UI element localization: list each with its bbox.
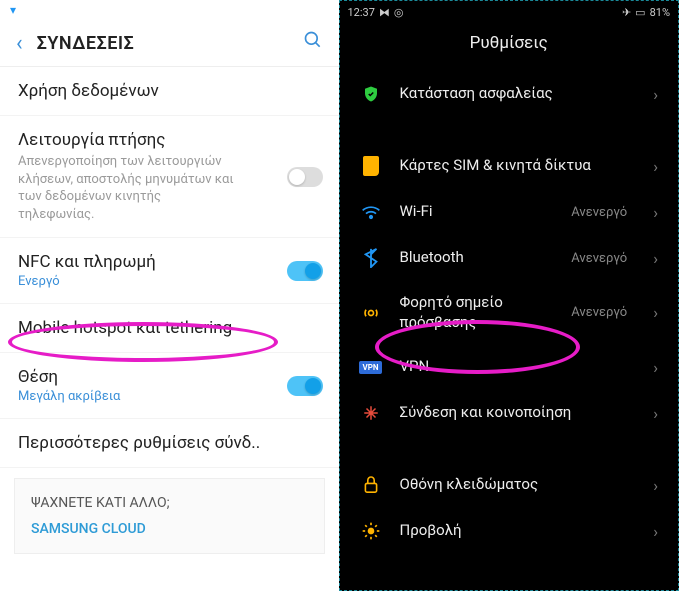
vpn-icon: VPN (360, 356, 382, 378)
row-hotspot[interactable]: Mobile hotspot και tethering (0, 304, 339, 353)
state-text: Ανενεργό (571, 205, 627, 220)
status-text: Ενεργό (18, 274, 321, 289)
airplane-icon: ✈ (622, 6, 631, 19)
chevron-right-icon: › (653, 358, 658, 377)
shield-icon (360, 83, 382, 105)
battery-icon: ▭ (635, 6, 645, 19)
label: NFC και πληρωμή (18, 252, 321, 272)
chevron-right-icon: › (653, 157, 658, 176)
lock-icon (360, 474, 382, 496)
label: Λειτουργία πτήσης (18, 130, 321, 150)
miui-settings-screen: 12:37 ⧓ ◎ ✈ ▭ 81% Ρυθμίσεις Κατάσταση ασ… (339, 0, 679, 591)
chevron-right-icon: › (653, 249, 658, 268)
wifi-icon (360, 201, 382, 223)
location-status-icon: ◎ (394, 6, 404, 19)
page-title: Ρυθμίσεις (340, 23, 679, 71)
status-bar: ▾ (0, 0, 339, 20)
hotspot-icon (360, 302, 382, 324)
label: Κάρτες SIM & κινητά δίκτυα (400, 156, 628, 176)
label: Χρήση δεδομένων (18, 81, 321, 101)
row-security[interactable]: Κατάσταση ασφαλείας › (340, 71, 679, 117)
nfc-toggle[interactable] (287, 261, 323, 281)
row-wifi[interactable]: Wi-Fi Ανενεργό › (340, 189, 679, 235)
sim-icon (360, 155, 382, 177)
looking-for-box: ΨΑΧΝΕΤΕ ΚΑΤΙ ΑΛΛΟ; SAMSUNG CLOUD (14, 478, 325, 554)
samsung-cloud-link[interactable]: SAMSUNG CLOUD (31, 521, 308, 537)
chevron-right-icon: › (653, 303, 658, 322)
label: VPN (400, 357, 628, 377)
row-sim[interactable]: Κάρτες SIM & κινητά δίκτυα › (340, 143, 679, 189)
chevron-right-icon: › (653, 404, 658, 423)
samsung-settings-screen: ▾ ‹ ΣΥΝΔΕΣΕΙΣ Χρήση δεδομένων Λειτουργία… (0, 0, 339, 591)
row-flight-mode[interactable]: Λειτουργία πτήσης Απενεργοποίηση των λει… (0, 116, 339, 238)
prompt-text: ΨΑΧΝΕΤΕ ΚΑΤΙ ΑΛΛΟ; (31, 495, 308, 511)
row-more-connections[interactable]: Περισσότερες ρυθμίσεις σύνδ.. (0, 419, 339, 468)
row-display[interactable]: Προβολή › (340, 508, 679, 554)
label: Bluetooth (400, 248, 554, 268)
description: Απενεργοποίηση των λειτουργιών κλήσεων, … (18, 153, 238, 223)
share-icon (360, 402, 382, 424)
chevron-right-icon: › (653, 522, 658, 541)
back-icon[interactable]: ‹ (16, 31, 23, 56)
label: Φορητό σημείο πρόσβασης (400, 293, 554, 332)
row-hotspot[interactable]: Φορητό σημείο πρόσβασης Ανενεργό › (340, 281, 679, 344)
row-data-usage[interactable]: Χρήση δεδομένων (0, 67, 339, 116)
row-lockscreen[interactable]: Οθόνη κλειδώματος › (340, 462, 679, 508)
shield-icon: ▾ (10, 3, 16, 17)
chevron-right-icon: › (653, 203, 658, 222)
header: ‹ ΣΥΝΔΕΣΕΙΣ (0, 20, 339, 67)
bt-status-icon: ⧓ (379, 6, 390, 19)
label: Σύνδεση και κοινοποίηση (400, 403, 628, 423)
row-bluetooth[interactable]: Bluetooth Ανενεργό › (340, 235, 679, 281)
bluetooth-icon (360, 247, 382, 269)
label: Προβολή (400, 521, 628, 541)
row-vpn[interactable]: VPN VPN › (340, 344, 679, 390)
row-nfc[interactable]: NFC και πληρωμή Ενεργό (0, 238, 339, 304)
flight-mode-toggle[interactable] (287, 167, 323, 187)
status-bar: 12:37 ⧓ ◎ ✈ ▭ 81% (340, 1, 679, 23)
label: Περισσότερες ρυθμίσεις σύνδ.. (18, 433, 321, 453)
row-share[interactable]: Σύνδεση και κοινοποίηση › (340, 390, 679, 436)
state-text: Ανενεργό (571, 251, 627, 266)
label: Οθόνη κλειδώματος (400, 475, 628, 495)
location-toggle[interactable] (287, 376, 323, 396)
status-text: Μεγάλη ακρίβεια (18, 389, 321, 404)
page-title: ΣΥΝΔΕΣΕΙΣ (37, 33, 303, 54)
label: Θέση (18, 367, 321, 387)
battery-text: 81% (650, 6, 670, 19)
chevron-right-icon: › (653, 476, 658, 495)
label: Wi-Fi (400, 202, 554, 222)
search-icon[interactable] (303, 30, 323, 56)
label: Κατάσταση ασφαλείας (400, 84, 628, 104)
row-location[interactable]: Θέση Μεγάλη ακρίβεια (0, 353, 339, 419)
clock: 12:37 (348, 6, 375, 19)
label: Mobile hotspot και tethering (18, 318, 321, 338)
state-text: Ανενεργό (571, 305, 627, 320)
chevron-right-icon: › (653, 85, 658, 104)
brightness-icon (360, 520, 382, 542)
